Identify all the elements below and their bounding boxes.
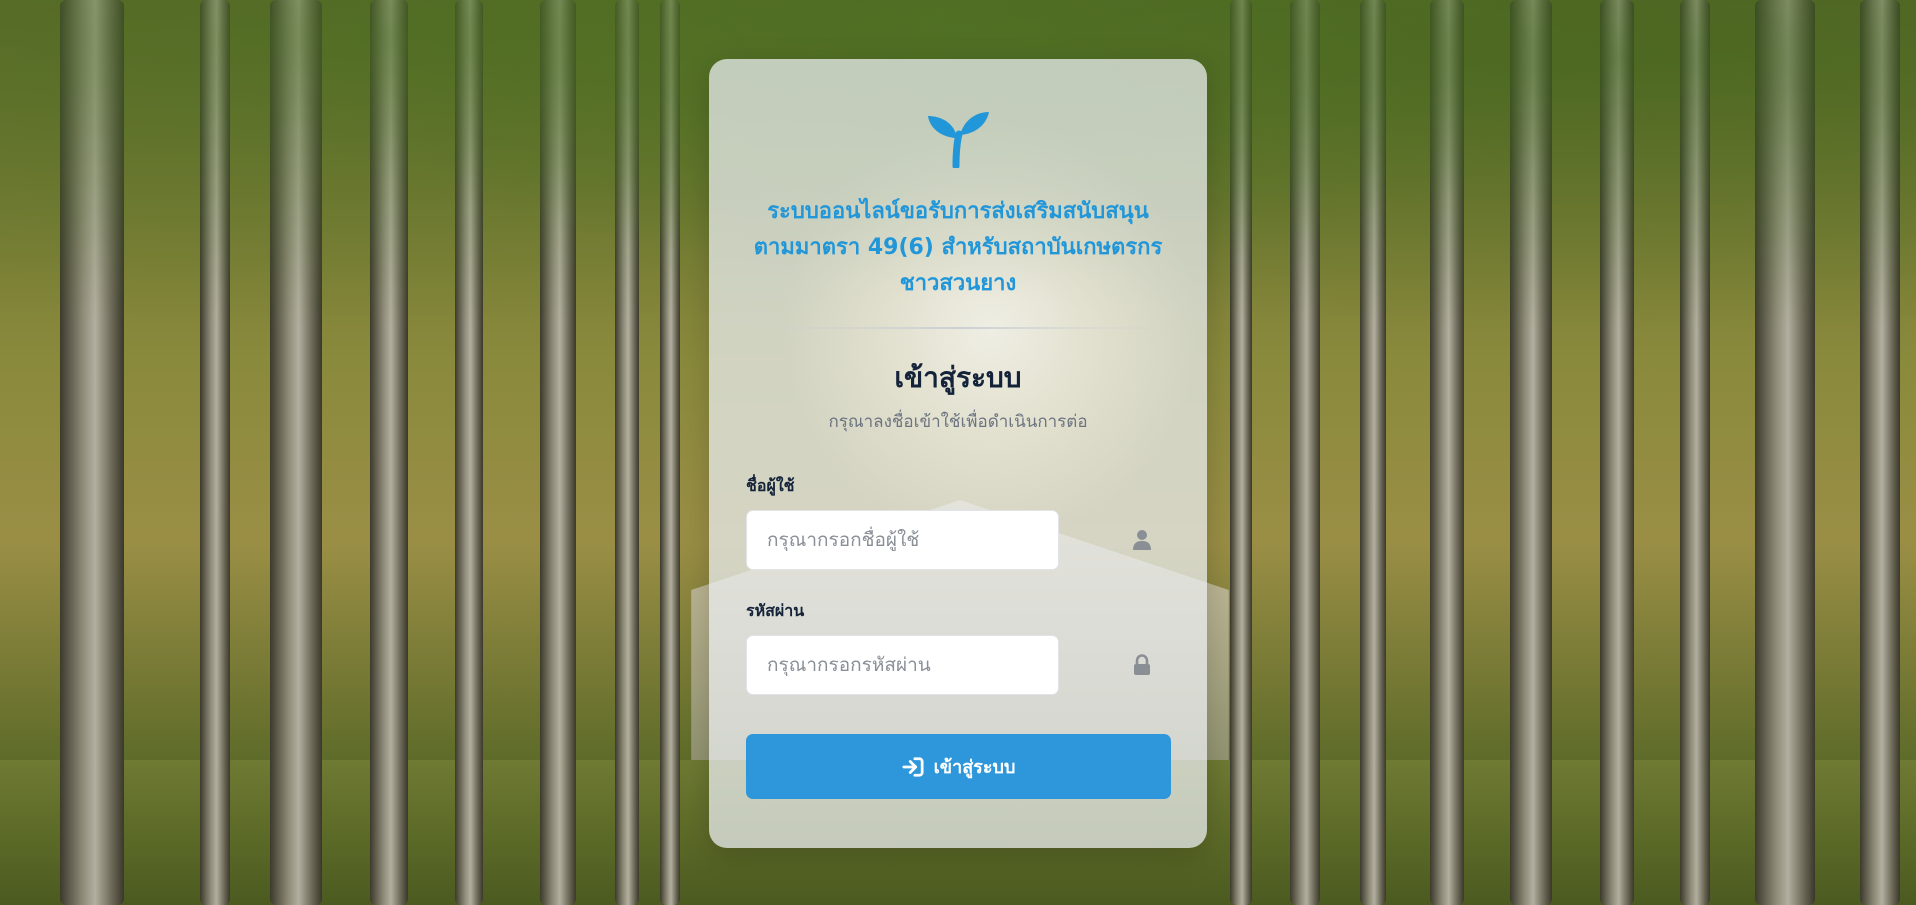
login-button-label: เข้าสู่ระบบ [933,757,1016,778]
sign-in-icon [902,756,924,777]
login-heading: เข้าสู่ระบบ [894,361,1022,394]
login-card [709,59,1207,848]
login-button[interactable]: เข้าสู่ระบบ [746,734,1171,799]
system-title-line-1: ระบบออนไลน์ขอรับการส่งเสริมสนับสนุน [767,199,1149,224]
lock-icon [1134,654,1150,675]
username-input[interactable] [746,510,1059,570]
sprout-icon [928,112,989,168]
username-label: ชื่อผู้ใช้ [746,476,795,495]
password-label: รหัสผ่าน [746,601,805,620]
user-icon [1133,530,1151,550]
password-input[interactable] [746,635,1059,695]
login-subtitle: กรุณาลงชื่อเข้าใช้เพื่อดำเนินการต่อ [828,412,1088,432]
system-title-line-2: ตามมาตรา 49(6) สำหรับสถาบันเกษตรกร [753,235,1163,260]
system-title-line-3: ชาวสวนยาง [899,271,1017,296]
system-title: ระบบออนไลน์ขอรับการส่งเสริมสนับสนุน ตามม… [709,194,1207,302]
title-divider [746,327,1170,329]
